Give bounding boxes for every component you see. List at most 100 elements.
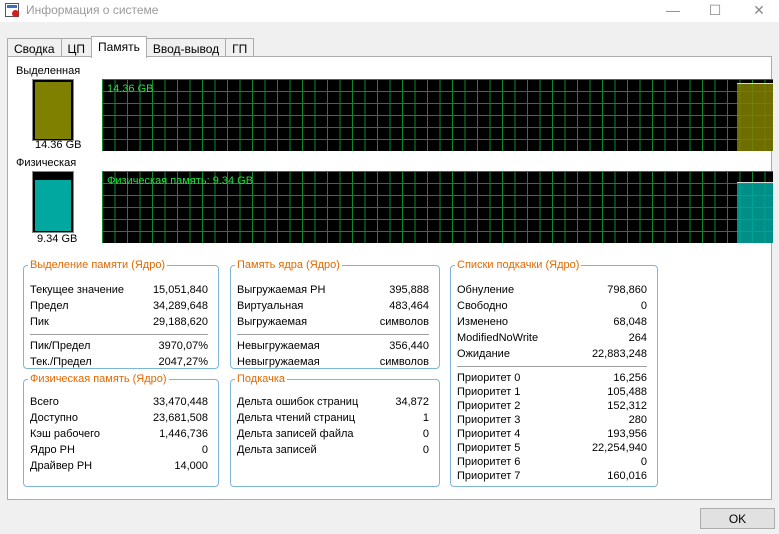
stat-label: Приоритет 1 (457, 386, 521, 398)
tab-cpu[interactable]: ЦП (60, 38, 93, 58)
stat-value: 29,188,620 (152, 316, 208, 328)
commit-label: Выделенная (16, 65, 81, 77)
stat-label: Приоритет 4 (457, 428, 521, 440)
stat-label: Приоритет 2 (457, 400, 521, 412)
stat-label: Приоритет 7 (457, 470, 521, 482)
separator (30, 334, 208, 335)
paging-lists-title: Списки подкачки (Ядро) (457, 259, 580, 271)
stat-row: Обнуление 798,860 (457, 283, 647, 297)
stat-label: Пик/Предел (30, 340, 91, 352)
stat-label: Дельта ошибок страниц (237, 396, 359, 408)
physical-memory-title: Физическая память (Ядро) (30, 373, 167, 385)
stat-value: символов (379, 316, 429, 328)
stat-label: Доступно (30, 412, 79, 424)
kernel-memory-title: Память ядра (Ядро) (237, 259, 340, 271)
stat-value: 483,464 (389, 300, 429, 312)
stat-value: 280 (628, 414, 647, 426)
commit-graph-fill (737, 82, 773, 151)
stat-label: Текущее значение (30, 284, 125, 296)
stat-label: ModifiedNoWrite (457, 332, 539, 344)
physical-graph-text: Физическая память: 9.34 GB (107, 175, 254, 187)
stat-label: Дельта записей файла (237, 428, 354, 440)
tab-gpu[interactable]: ГП (225, 38, 255, 58)
stat-label: Тек./Предел (30, 356, 92, 368)
physical-label: Физическая (16, 157, 77, 169)
physical-mini-graph (32, 171, 74, 233)
stat-row: Приоритет 5 22,254,940 (457, 441, 647, 455)
stat-value: 68,048 (613, 316, 647, 328)
stat-row: Дельта записей файла 0 (237, 427, 429, 441)
stat-value: 0 (201, 444, 208, 456)
stat-row: Изменено 68,048 (457, 315, 647, 329)
stat-label: Приоритет 3 (457, 414, 521, 426)
stat-row: Ядро PH 0 (30, 443, 208, 457)
stat-value: 0 (422, 428, 429, 440)
stat-row: Доступно 23,681,508 (30, 411, 208, 425)
stat-row: Дельта ошибок страниц 34,872 (237, 395, 429, 409)
stat-row: Невыгружаемая символов (237, 355, 429, 369)
commit-charge-group: Выделение памяти (Ядро) Текущее значение… (23, 259, 219, 369)
commit-graph-text: 14.36 GB (107, 83, 154, 95)
stat-value: 160,016 (607, 470, 647, 482)
physical-mini-fill (35, 180, 71, 231)
paging-lists-group: Списки подкачки (Ядро) Обнуление 798,860 … (450, 259, 658, 487)
stat-row: Приоритет 7 160,016 (457, 469, 647, 483)
stat-value: 105,488 (607, 386, 647, 398)
stat-label: Предел (30, 300, 69, 312)
stat-label: Ожидание (457, 348, 510, 360)
stat-value: 395,888 (389, 284, 429, 296)
separator (457, 366, 647, 367)
stat-row: Приоритет 1 105,488 (457, 385, 647, 399)
maximize-button[interactable]: ☐ (700, 0, 730, 20)
stat-value: 356,440 (389, 340, 429, 352)
stat-row: Дельта чтений страниц 1 (237, 411, 429, 425)
stat-value: 798,860 (607, 284, 647, 296)
tab-summary[interactable]: Сводка (7, 38, 62, 58)
tab-io[interactable]: Ввод-вывод (145, 38, 227, 58)
commit-value: 14.36 GB (35, 139, 82, 151)
physical-history-graph: Физическая память: 9.34 GB (102, 171, 773, 243)
stat-value: 0 (422, 444, 429, 456)
stat-row: Виртуальная 483,464 (237, 299, 429, 313)
stat-row: Кэш рабочего 1,446,736 (30, 427, 208, 441)
stat-row: Пик/Предел 3970,07% (30, 339, 208, 353)
stat-label: Виртуальная (237, 300, 304, 312)
stat-value: 15,051,840 (152, 284, 208, 296)
stat-label: Изменено (457, 316, 509, 328)
commit-mini-fill (35, 82, 71, 139)
stat-value: 34,872 (395, 396, 429, 408)
commit-mini-graph (32, 79, 74, 141)
stat-row: Выгружаемая PH 395,888 (237, 283, 429, 297)
stat-row: Приоритет 2 152,312 (457, 399, 647, 413)
stat-row: ModifiedNoWrite 264 (457, 331, 647, 345)
stat-row: Невыгружаемая 356,440 (237, 339, 429, 353)
stat-label: Приоритет 0 (457, 372, 521, 384)
title-bar: Информация о системе — ☐ ✕ (0, 0, 779, 22)
stat-row: Выгружаемая символов (237, 315, 429, 329)
stat-value: 22,254,940 (591, 442, 647, 454)
stat-label: Всего (30, 396, 59, 408)
stat-value: 152,312 (607, 400, 647, 412)
stat-row: Приоритет 3 280 (457, 413, 647, 427)
commit-history-graph: 14.36 GB (102, 79, 773, 151)
stat-value: 34,289,648 (152, 300, 208, 312)
commit-graph-grid (102, 79, 773, 151)
stat-value: 0 (640, 300, 647, 312)
stat-value: символов (379, 356, 429, 368)
stat-label: Драйвер PH (30, 460, 93, 472)
stat-value: 264 (628, 332, 647, 344)
close-button[interactable]: ✕ (744, 0, 774, 20)
ok-button[interactable]: OK (700, 508, 775, 529)
commit-charge-title: Выделение памяти (Ядро) (30, 259, 166, 271)
tab-memory[interactable]: Память (91, 36, 147, 58)
stat-row: Приоритет 6 0 (457, 455, 647, 469)
separator (237, 334, 429, 335)
stat-label: Выгружаемая (237, 316, 308, 328)
physical-memory-group: Физическая память (Ядро) Всего 33,470,448… (23, 373, 219, 487)
stat-label: Ядро PH (30, 444, 75, 456)
stat-row: Всего 33,470,448 (30, 395, 208, 409)
stat-row: Приоритет 4 193,956 (457, 427, 647, 441)
stat-label: Дельта записей (237, 444, 317, 456)
stat-value: 0 (640, 456, 647, 468)
minimize-button[interactable]: — (658, 0, 688, 20)
